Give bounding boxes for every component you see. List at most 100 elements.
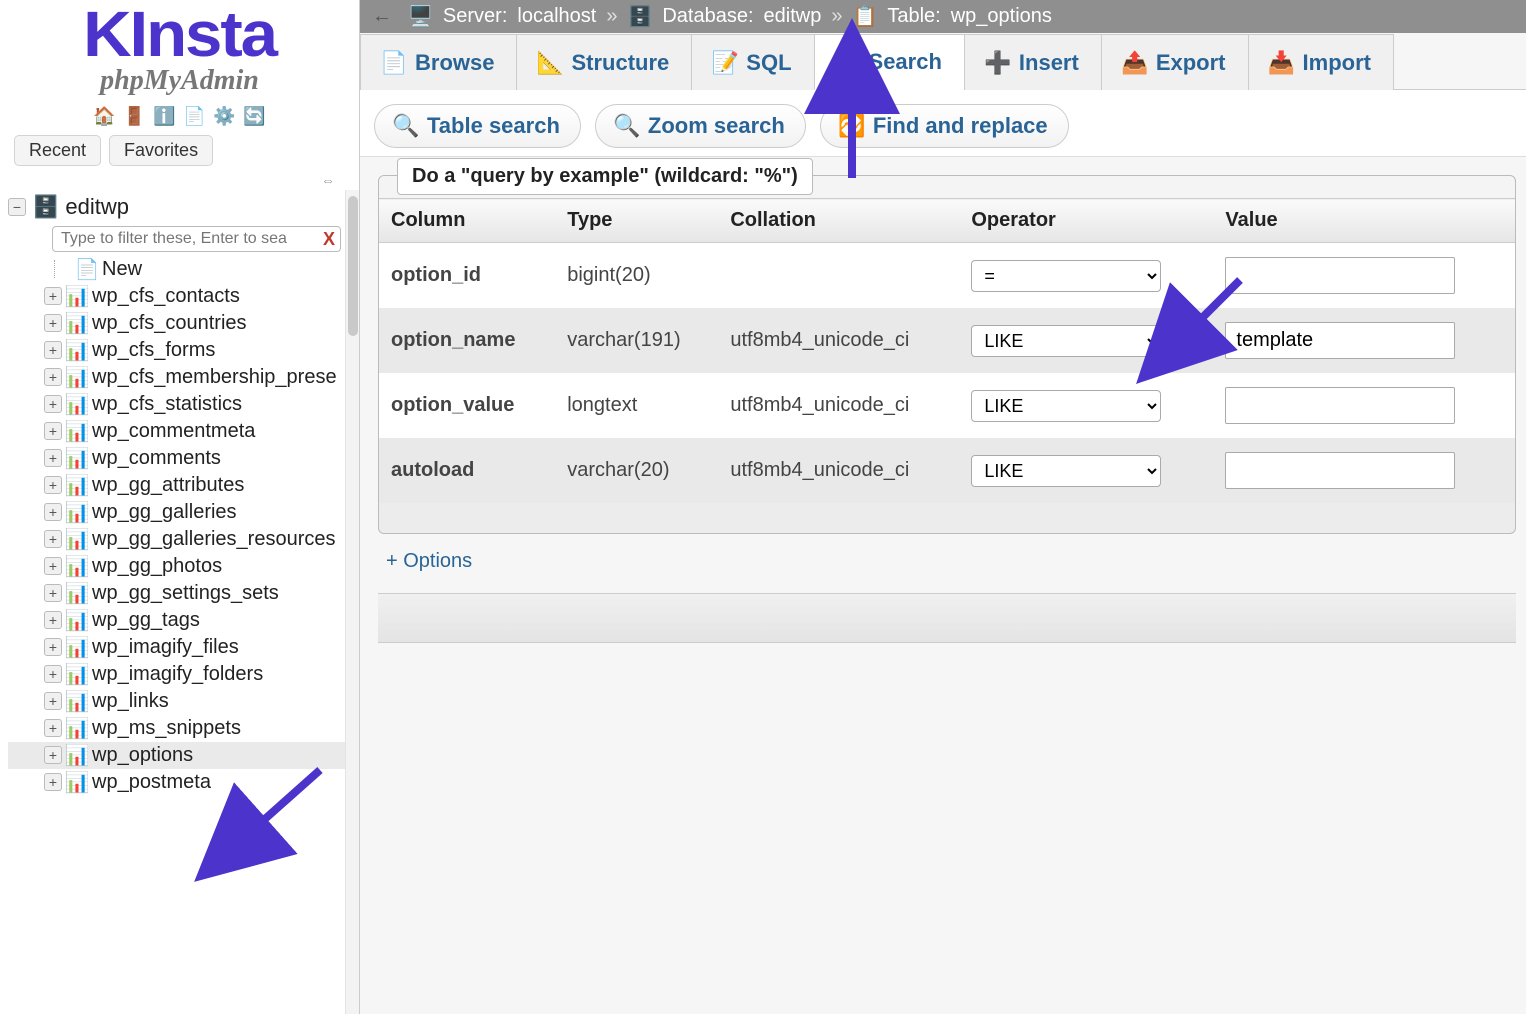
tab-search[interactable]: 🔍 Search	[814, 34, 965, 90]
expand-table-icon[interactable]: +	[44, 611, 62, 629]
criteria-row: option_idbigint(20)=	[379, 243, 1515, 309]
expand-table-icon[interactable]: +	[44, 584, 62, 602]
value-input[interactable]	[1225, 387, 1455, 424]
tree-table-row[interactable]: +📊wp_gg_photos	[8, 553, 359, 580]
tab-sql[interactable]: 📝 SQL	[691, 34, 814, 90]
table-name-label: wp_gg_galleries	[92, 501, 237, 524]
bc-db-label: Database:	[662, 5, 753, 28]
criteria-column-name: autoload	[379, 438, 555, 503]
expand-table-icon[interactable]: +	[44, 368, 62, 386]
expand-table-icon[interactable]: +	[44, 422, 62, 440]
tab-structure[interactable]: 📐 Structure	[516, 34, 692, 90]
tree-table-row[interactable]: +📊wp_cfs_forms	[8, 337, 359, 364]
tree-database-node[interactable]: − 🗄️ editwp	[8, 192, 359, 222]
operator-select[interactable]: LIKE	[971, 325, 1161, 357]
collapse-db-icon[interactable]: −	[8, 198, 26, 216]
sub-tab-zoom-search[interactable]: 🔍 Zoom search	[595, 104, 806, 148]
bc-table-label: Table:	[887, 5, 940, 28]
bc-table-value[interactable]: wp_options	[951, 5, 1052, 28]
sql-window-icon[interactable]: 📄	[185, 107, 205, 127]
expand-table-icon[interactable]: +	[44, 314, 62, 332]
expand-table-icon[interactable]: +	[44, 530, 62, 548]
tree-table-row[interactable]: + 📊 wp_gg_galleries	[8, 499, 359, 526]
expand-table-icon[interactable]: +	[44, 287, 62, 305]
expand-table-icon[interactable]: +	[44, 395, 62, 413]
tree-table-row[interactable]: +📊wp_links	[8, 688, 359, 715]
expand-table-icon[interactable]: +	[44, 665, 62, 683]
expand-table-icon[interactable]: +	[44, 557, 62, 575]
settings-icon[interactable]: ⚙️	[215, 107, 235, 127]
tab-insert[interactable]: ➕ Insert	[964, 34, 1102, 90]
tree-table-row[interactable]: +📊wp_gg_settings_sets	[8, 580, 359, 607]
tree-table-row[interactable]: +📊wp_imagify_files	[8, 634, 359, 661]
expand-table-icon[interactable]: +	[44, 476, 62, 494]
value-input[interactable]	[1225, 452, 1455, 489]
bc-db-value[interactable]: editwp	[764, 5, 822, 28]
export-icon: 📤	[1124, 52, 1146, 74]
operator-select[interactable]: LIKE	[971, 390, 1161, 422]
table-icon: 📊	[68, 773, 86, 791]
tree-new-table[interactable]: 📄 New	[8, 256, 359, 283]
operator-select[interactable]: =	[971, 260, 1161, 292]
tab-browse[interactable]: 📄 Browse	[360, 34, 517, 90]
expand-table-icon[interactable]: +	[44, 503, 62, 521]
table-filter-input[interactable]	[52, 226, 341, 252]
tree-table-row[interactable]: +📊wp_comments	[8, 445, 359, 472]
tab-import-label: Import	[1303, 50, 1371, 76]
expand-table-icon[interactable]: +	[44, 341, 62, 359]
tree-table-row[interactable]: +📊wp_imagify_folders	[8, 661, 359, 688]
database-icon: 🗄️	[627, 4, 652, 29]
tree-table-row[interactable]: +📊wp_commentmeta	[8, 418, 359, 445]
expand-table-icon[interactable]: +	[44, 773, 62, 791]
value-input[interactable]	[1225, 257, 1455, 294]
operator-select[interactable]: LIKE	[971, 455, 1161, 487]
criteria-type: longtext	[555, 373, 718, 438]
value-input[interactable]	[1225, 322, 1455, 359]
home-icon[interactable]: 🏠	[95, 107, 115, 127]
sub-tab-zoom-search-label: Zoom search	[648, 113, 785, 139]
expand-table-icon[interactable]: +	[44, 638, 62, 656]
expand-table-icon[interactable]: +	[44, 719, 62, 737]
insert-icon: ➕	[987, 52, 1009, 74]
sub-tab-find-replace[interactable]: 🔁 Find and replace	[820, 104, 1069, 148]
favorites-button[interactable]: Favorites	[109, 135, 213, 166]
tab-search-label: Search	[869, 49, 942, 75]
tree-table-row[interactable]: +📊wp_gg_galleries_resources	[8, 526, 359, 553]
bc-server-value[interactable]: localhost	[517, 5, 596, 28]
table-icon: 📊	[68, 584, 86, 602]
expand-table-icon[interactable]: +	[44, 449, 62, 467]
clear-filter-icon[interactable]: X	[323, 229, 335, 250]
tree-table-row[interactable]: +📊wp_cfs_membership_prese	[8, 364, 359, 391]
db-tree: − 🗄️ editwp X 📄 New +📊wp_cfs_contacts+📊w…	[0, 190, 359, 1014]
table-icon: 📊	[68, 530, 86, 548]
expand-table-icon[interactable]: +	[44, 692, 62, 710]
tree-table-row[interactable]: +📊wp_ms_snippets	[8, 715, 359, 742]
sidebar-scrollbar-thumb[interactable]	[348, 196, 358, 336]
sidebar-scrollbar[interactable]	[345, 190, 359, 1014]
tab-export[interactable]: 📤 Export	[1101, 34, 1249, 90]
tab-import[interactable]: 📥 Import	[1248, 34, 1394, 90]
tab-sql-label: SQL	[746, 50, 791, 76]
table-name-label: wp_options	[92, 744, 193, 767]
sub-tab-table-search[interactable]: 🔍 Table search	[374, 104, 581, 148]
tree-table-row[interactable]: +📊wp_postmeta	[8, 769, 359, 796]
docs-icon[interactable]: ℹ️	[155, 107, 175, 127]
tree-table-row[interactable]: +📊wp_gg_tags	[8, 607, 359, 634]
back-button[interactable]: ←	[372, 5, 398, 28]
expand-table-icon[interactable]: +	[44, 746, 62, 764]
tree-table-row[interactable]: +📊wp_cfs_countries	[8, 310, 359, 337]
options-toggle-link[interactable]: + Options	[378, 534, 480, 589]
logout-icon[interactable]: 🚪	[125, 107, 145, 127]
tree-table-row[interactable]: +📊wp_gg_attributes	[8, 472, 359, 499]
tree-table-row[interactable]: +📊wp_options	[8, 742, 359, 769]
reload-icon[interactable]: 🔄	[245, 107, 265, 127]
recent-button[interactable]: Recent	[14, 135, 101, 166]
table-icon: 📋	[852, 4, 877, 29]
tree-table-row[interactable]: +📊wp_cfs_statistics	[8, 391, 359, 418]
main-content: ← 🖥️ Server: localhost » 🗄️ Database: ed…	[360, 0, 1526, 1014]
collapse-sidebar-icon[interactable]: ⇔	[0, 166, 359, 190]
table-icon: 📊	[68, 503, 86, 521]
tree-table-row[interactable]: +📊wp_cfs_contacts	[8, 283, 359, 310]
tab-export-label: Export	[1156, 50, 1226, 76]
table-name-label: wp_gg_tags	[92, 609, 200, 632]
